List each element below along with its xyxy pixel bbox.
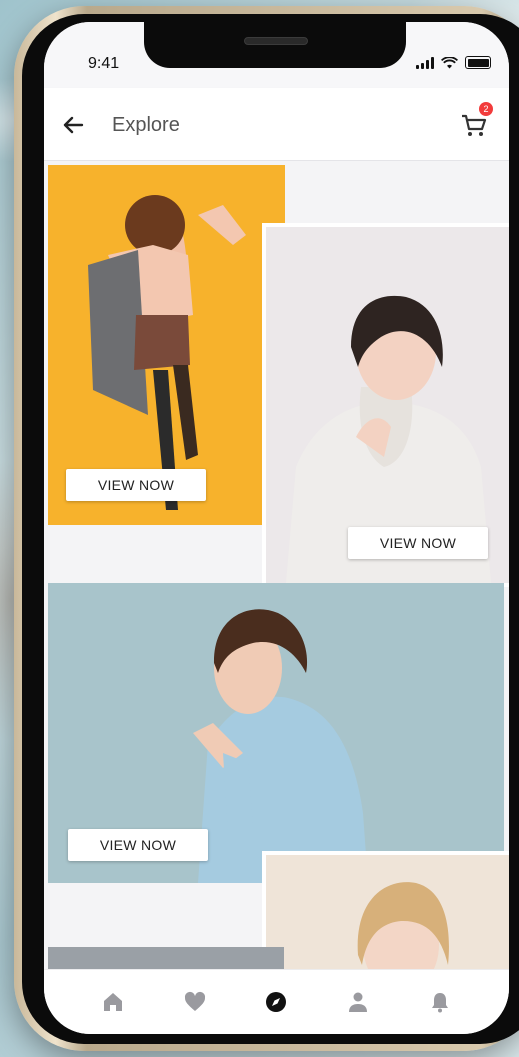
view-now-button[interactable]: VIEW NOW bbox=[68, 829, 208, 861]
speaker-grille bbox=[244, 37, 308, 45]
app-header: Explore 2 bbox=[44, 88, 509, 161]
compass-icon bbox=[266, 992, 287, 1012]
battery-icon bbox=[465, 56, 491, 69]
nav-profile[interactable] bbox=[343, 987, 373, 1017]
product-card[interactable] bbox=[262, 851, 509, 969]
phone-screen: 9:41 Explore 2 VIEW NOW VIEW NOW VIEW NO… bbox=[44, 22, 509, 1034]
product-card[interactable]: VIEW NOW bbox=[262, 223, 509, 587]
bell-icon bbox=[432, 993, 449, 1013]
home-icon bbox=[103, 993, 122, 1011]
phone-notch bbox=[144, 22, 406, 68]
cart-count-badge: 2 bbox=[479, 102, 493, 116]
nav-explore[interactable] bbox=[261, 987, 291, 1017]
nav-favorites[interactable] bbox=[180, 987, 210, 1017]
nav-notifications[interactable] bbox=[425, 987, 455, 1017]
product-feed: VIEW NOW VIEW NOW VIEW NOW bbox=[44, 161, 509, 969]
product-card[interactable]: VIEW NOW bbox=[48, 165, 285, 525]
nav-home[interactable] bbox=[98, 987, 128, 1017]
page-title: Explore bbox=[112, 114, 180, 136]
back-arrow-icon[interactable] bbox=[58, 110, 88, 140]
view-now-button[interactable]: VIEW NOW bbox=[348, 527, 488, 559]
product-card[interactable] bbox=[48, 947, 284, 969]
bottom-navigation bbox=[44, 969, 509, 1034]
status-icons bbox=[416, 56, 491, 69]
user-icon bbox=[349, 992, 368, 1012]
cart-button[interactable]: 2 bbox=[459, 102, 493, 140]
view-now-button[interactable]: VIEW NOW bbox=[66, 469, 206, 501]
product-photo bbox=[266, 855, 509, 969]
wifi-icon bbox=[441, 56, 458, 68]
heart-icon bbox=[184, 991, 205, 1011]
product-photo bbox=[48, 947, 284, 969]
product-card[interactable]: VIEW NOW bbox=[48, 583, 504, 883]
status-time: 9:41 bbox=[88, 55, 120, 72]
signal-icon bbox=[416, 56, 434, 69]
